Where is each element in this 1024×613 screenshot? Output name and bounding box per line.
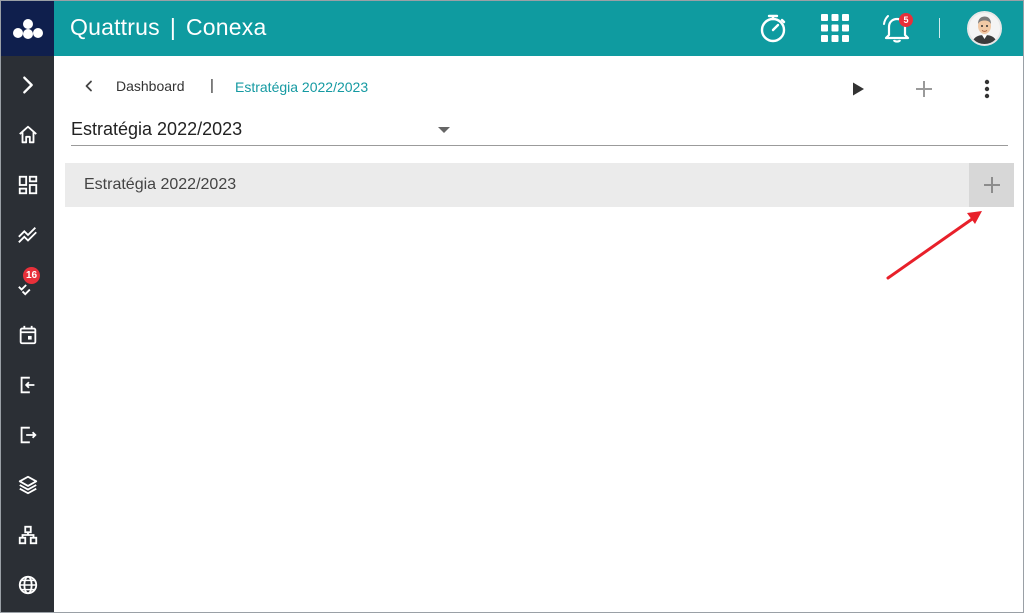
brand-separator: |: [169, 14, 176, 40]
timer-button[interactable]: [755, 10, 791, 46]
timer-icon: [760, 14, 786, 43]
trend-icon: [17, 227, 37, 243]
sidebar-item-globe[interactable]: [1, 565, 54, 605]
sidebar-item-dashboard[interactable]: [1, 165, 54, 205]
plus-icon: [983, 177, 1000, 193]
breadcrumb-dashboard-link[interactable]: Dashboard: [116, 78, 185, 94]
play-icon: [853, 82, 864, 96]
sidebar: 16: [1, 1, 54, 612]
hierarchy-icon: [18, 525, 37, 545]
notifications-badge: 5: [899, 13, 913, 27]
sidebar-item-logout[interactable]: [1, 415, 54, 455]
header-divider: [939, 18, 940, 38]
apps-grid-icon: [821, 14, 849, 42]
strategy-panel-title: Estratégia 2022/2023: [84, 176, 237, 193]
sidebar-item-login[interactable]: [1, 365, 54, 405]
dropdown-arrow-icon: [438, 127, 450, 133]
breadcrumb-current: Estratégia 2022/2023: [235, 79, 369, 95]
more-options-button[interactable]: [975, 77, 999, 101]
strategy-panel: Estratégia 2022/2023: [65, 163, 1014, 207]
strategy-select-value: Estratégia 2022/2023: [71, 119, 243, 139]
chevron-left-icon: [85, 80, 92, 92]
dashboard-icon: [18, 175, 37, 195]
breadcrumb-separator: |: [210, 77, 214, 94]
plus-icon: [916, 81, 932, 97]
tasks-badge: 16: [23, 267, 40, 284]
logout-icon: [20, 426, 37, 444]
login-icon: [20, 376, 34, 394]
logo[interactable]: [1, 1, 54, 56]
layers-icon: [18, 475, 37, 495]
calendar-icon: [19, 325, 36, 345]
top-bar: Quattrus | Conexa 5: [54, 1, 1023, 56]
notifications-button[interactable]: 5: [879, 10, 915, 46]
sidebar-item-hierarchy[interactable]: [1, 515, 54, 555]
apps-button[interactable]: [817, 10, 853, 46]
more-vertical-icon: [984, 79, 990, 99]
globe-icon: [18, 575, 37, 595]
home-icon: [18, 125, 37, 144]
app-title: Quattrus | Conexa: [70, 14, 266, 41]
product-name: Conexa: [186, 14, 267, 40]
app-window: 16 Quattrus | Conexa 5 Dashboard | Estra…: [0, 0, 1024, 613]
sidebar-item-calendar[interactable]: [1, 315, 54, 355]
sidebar-item-layers[interactable]: [1, 465, 54, 505]
sidebar-expand-button[interactable]: [1, 65, 54, 105]
chevron-right-icon: [22, 76, 33, 94]
user-avatar-icon: [969, 13, 1000, 44]
annotation-arrow: [886, 211, 982, 280]
strategy-select[interactable]: Estratégia 2022/2023: [71, 115, 1008, 146]
brand-name: Quattrus: [70, 14, 160, 40]
play-button[interactable]: [846, 77, 870, 101]
sidebar-item-tasks[interactable]: 16: [1, 265, 54, 305]
sidebar-item-trends[interactable]: [1, 215, 54, 255]
logo-icon: [12, 18, 43, 39]
sidebar-item-home[interactable]: [1, 115, 54, 155]
back-button[interactable]: [79, 76, 99, 96]
add-button[interactable]: [912, 77, 936, 101]
avatar[interactable]: [967, 11, 1002, 46]
